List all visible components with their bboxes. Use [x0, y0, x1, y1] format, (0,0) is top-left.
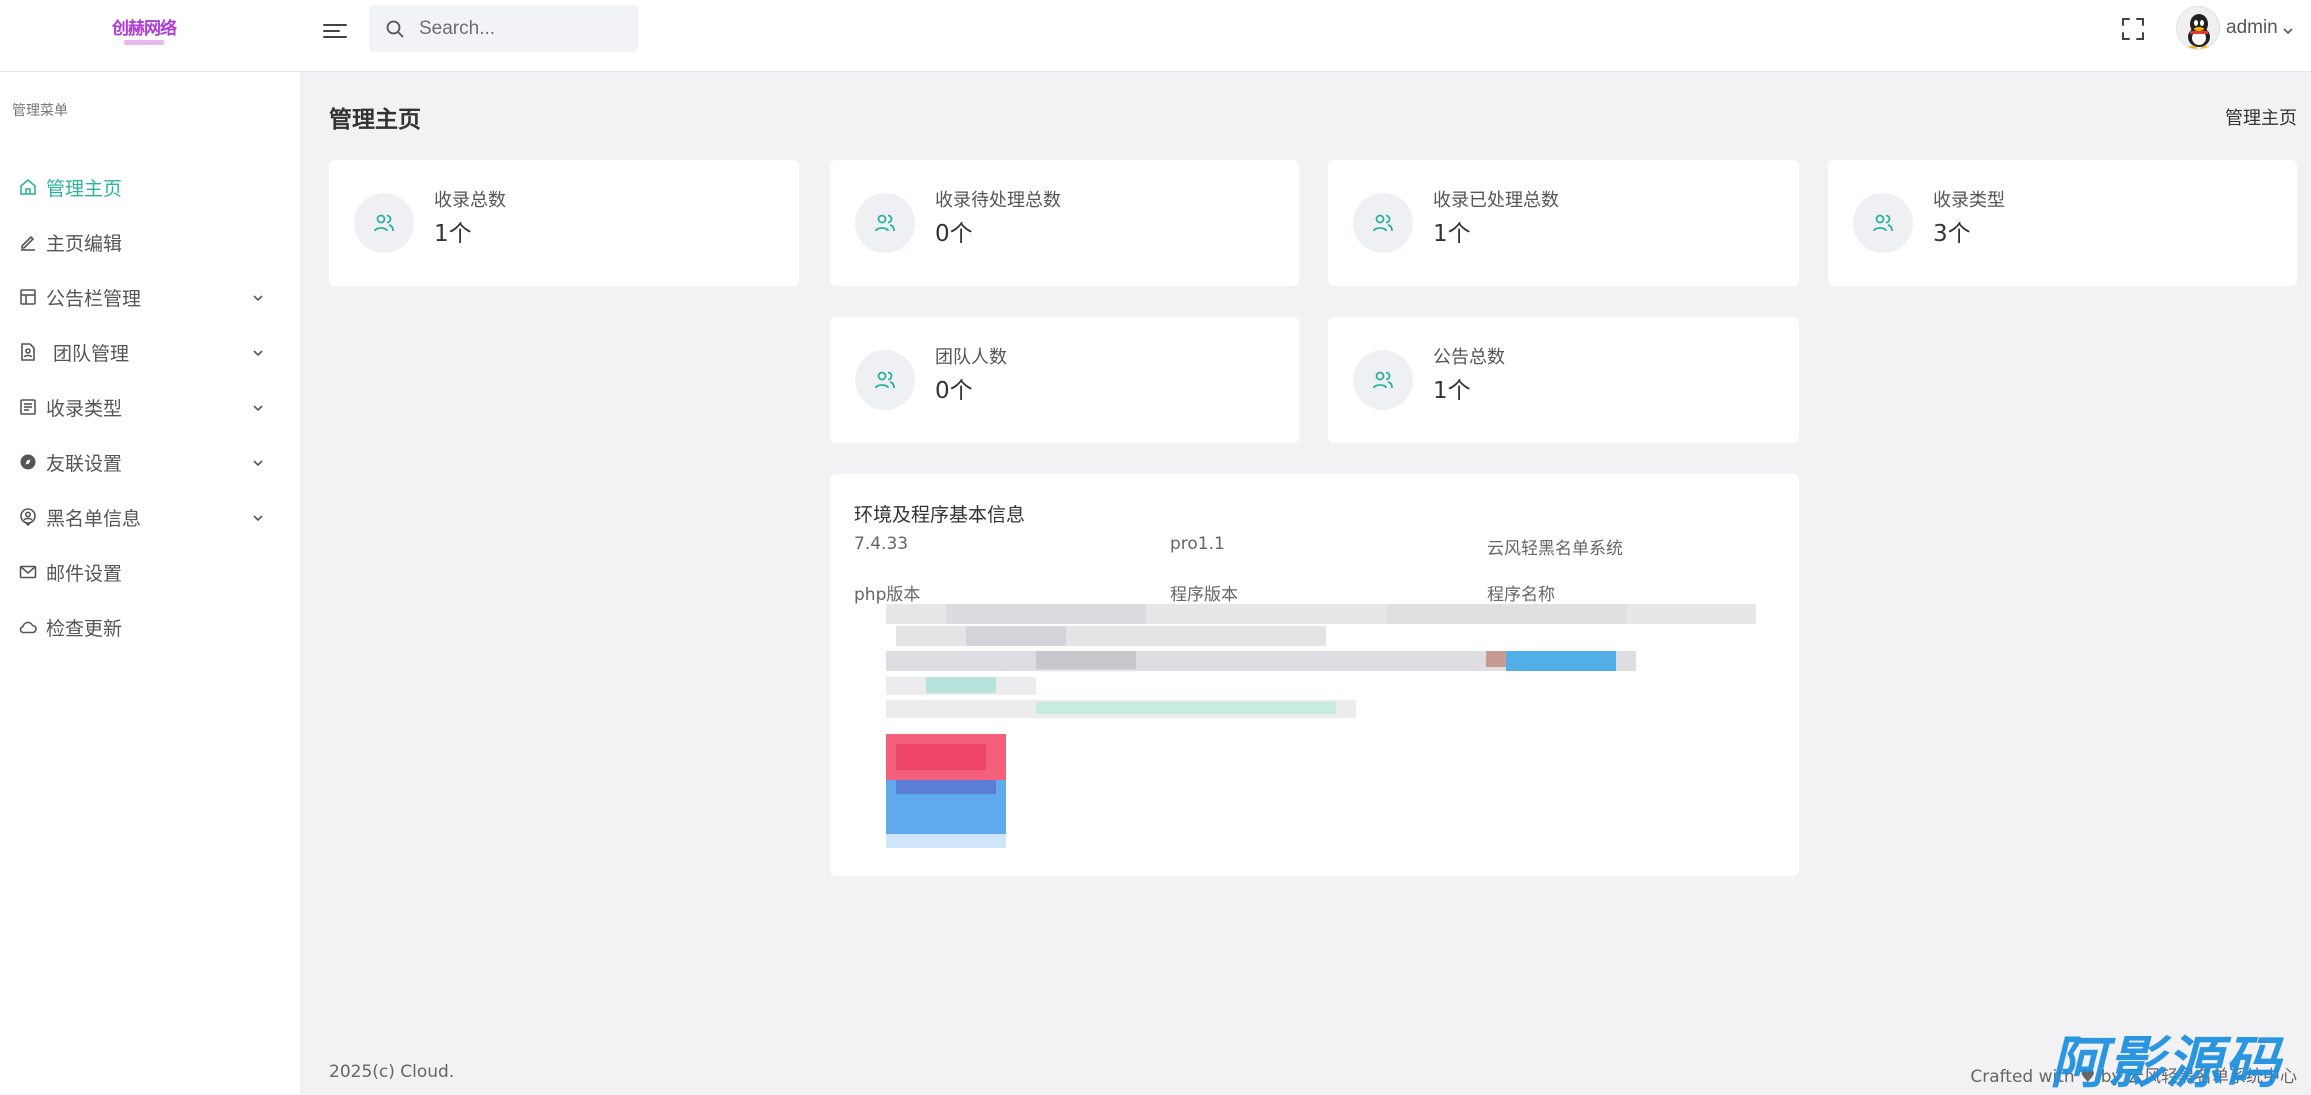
list-icon — [18, 397, 38, 417]
stat-value: 1个 — [434, 221, 472, 247]
sidebar-title: 管理菜单 — [12, 103, 68, 119]
stat-label: 公告总数 — [1433, 347, 1505, 368]
search-icon — [385, 19, 405, 39]
logo-subline — [124, 40, 164, 45]
sidebar-item-label: 检查更新 — [46, 617, 123, 640]
brand-logo[interactable]: 创赫网络 — [100, 12, 190, 52]
compass-icon — [18, 452, 38, 472]
users-icon — [354, 193, 414, 253]
chevron-down-icon — [251, 345, 265, 359]
sidebar-item-home-edit[interactable]: 主页编辑 — [0, 217, 300, 267]
sidebar-item-team[interactable]: 团队管理 — [0, 327, 300, 377]
php-version-key: php版本 — [854, 585, 921, 605]
breadcrumb[interactable]: 管理主页 — [2225, 104, 2297, 130]
chevron-down-icon — [251, 455, 265, 469]
search-box[interactable] — [369, 5, 638, 52]
sidebar-item-dashboard[interactable]: 管理主页 — [0, 162, 300, 212]
chevron-down-icon — [251, 400, 265, 414]
search-input[interactable] — [419, 17, 619, 40]
fullscreen-icon[interactable] — [2118, 14, 2148, 44]
sidebar-item-label: 友联设置 — [46, 452, 123, 475]
sidebar-item-label: 邮件设置 — [46, 562, 123, 585]
sidebar-item-blacklist[interactable]: 黑名单信息 — [0, 492, 300, 542]
sidebar-item-mail[interactable]: 邮件设置 — [0, 547, 300, 597]
top-header: 创赫网络 admin — [0, 0, 2311, 72]
stat-value: 1个 — [1433, 378, 1471, 404]
sidebar-item-label: 黑名单信息 — [46, 507, 142, 530]
stat-label: 收录总数 — [434, 190, 506, 211]
users-icon — [855, 350, 915, 410]
stat-value: 3个 — [1933, 221, 1971, 247]
chevron-down-icon — [251, 510, 265, 524]
program-name-key: 程序名称 — [1487, 585, 1555, 605]
sidebar-item-label: 团队管理 — [53, 342, 130, 365]
users-icon — [855, 193, 915, 253]
user-file-icon — [18, 342, 38, 362]
sidebar-item-label: 主页编辑 — [46, 232, 123, 255]
sidebar: 管理菜单 管理主页 主页编辑 公告栏管理 团队管理 收录类型 友联设置 黑名单信… — [0, 72, 300, 1095]
pixelated-content — [886, 604, 1756, 848]
stat-value: 0个 — [935, 378, 973, 404]
stat-label: 收录已处理总数 — [1433, 190, 1559, 211]
menu-toggle-icon[interactable] — [320, 16, 350, 46]
users-icon — [1853, 193, 1913, 253]
stat-card: 收录已处理总数 1个 — [1328, 160, 1799, 286]
sidebar-item-types[interactable]: 收录类型 — [0, 382, 300, 432]
stat-label: 收录类型 — [1933, 190, 2005, 211]
mail-icon — [18, 562, 38, 582]
layout-icon — [18, 287, 38, 307]
chevron-down-icon — [2282, 22, 2294, 35]
stat-card: 公告总数 1个 — [1328, 317, 1799, 443]
stat-value: 1个 — [1433, 221, 1471, 247]
main-content: 管理主页 管理主页 收录总数 1个 收录待处理总数 0个 收录已处理总数 1个 … — [300, 72, 2311, 1095]
stat-card: 收录待处理总数 0个 — [830, 160, 1299, 286]
avatar — [2176, 6, 2220, 50]
stat-card: 收录总数 1个 — [329, 160, 799, 286]
stat-card: 收录类型 3个 — [1828, 160, 2297, 286]
cloud-icon — [18, 617, 38, 637]
stat-card: 团队人数 0个 — [830, 317, 1299, 443]
chevron-down-icon — [251, 290, 265, 304]
program-name-value: 云风轻黑名单系统 — [1487, 539, 1623, 559]
pencil-icon — [18, 232, 38, 252]
stat-label: 收录待处理总数 — [935, 190, 1061, 211]
logo-text: 创赫网络 — [112, 19, 177, 39]
footer-copyright: 2025(c) Cloud. — [329, 1062, 455, 1082]
footer: 2025(c) Cloud. Crafted with ♥ by 云风轻黑名单系… — [300, 1034, 2311, 1095]
sidebar-item-notice[interactable]: 公告栏管理 — [0, 272, 300, 322]
environment-info-card: 环境及程序基本信息 7.4.33 pro1.1 云风轻黑名单系统 php版本 程… — [830, 474, 1799, 876]
info-card-title: 环境及程序基本信息 — [854, 504, 1026, 526]
user-menu[interactable]: admin — [2176, 5, 2294, 51]
program-version-value: pro1.1 — [1170, 534, 1225, 554]
sidebar-item-label: 收录类型 — [46, 397, 123, 420]
location-user-icon — [18, 507, 38, 527]
sidebar-item-links[interactable]: 友联设置 — [0, 437, 300, 487]
users-icon — [1353, 350, 1413, 410]
sidebar-item-label: 管理主页 — [46, 177, 123, 200]
watermark: 阿影源码 — [2050, 1031, 2282, 1095]
page-title: 管理主页 — [329, 107, 421, 133]
stat-label: 团队人数 — [935, 347, 1007, 368]
home-icon — [18, 177, 38, 197]
users-icon — [1353, 193, 1413, 253]
stat-value: 0个 — [935, 221, 973, 247]
sidebar-item-update[interactable]: 检查更新 — [0, 602, 300, 652]
program-version-key: 程序版本 — [1170, 585, 1238, 605]
user-name: admin — [2226, 17, 2278, 38]
sidebar-item-label: 公告栏管理 — [46, 287, 142, 310]
php-version-value: 7.4.33 — [854, 534, 909, 554]
